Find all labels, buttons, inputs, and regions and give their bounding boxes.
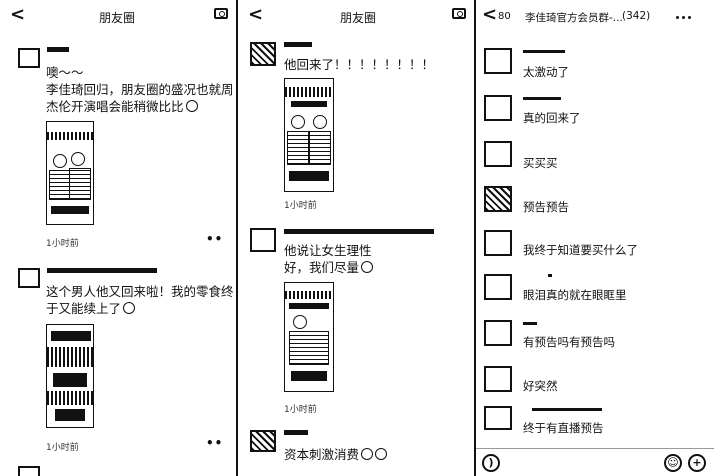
emoji-icon: [375, 448, 388, 460]
avatar[interactable]: [484, 141, 512, 167]
post-time: 1小时前: [46, 443, 79, 453]
emoji-icon: [123, 302, 136, 314]
message-text: 预告预告: [523, 200, 569, 214]
message-text: 终于有直播预告: [523, 421, 604, 435]
post-text: 于又能续上了: [46, 300, 136, 318]
post-image[interactable]: [284, 78, 334, 192]
emoji-icon: [361, 448, 374, 460]
screenshot-collage: < 朋友圈 噢～～ 李佳琦回归，朋友圈的盛况也就周 杰伦开演唱会能稍微比比 1小…: [0, 0, 714, 476]
chat-message: 有预告吗有预告吗: [476, 320, 714, 360]
message-text: 眼泪真的就在眼眶里: [523, 288, 627, 302]
post-text: 他说让女生理性: [284, 243, 372, 258]
message-text: 好突然: [523, 379, 558, 393]
moments-panel-middle: < 朋友圈 他回来了！！！！！！！！ 1小时前 他说让女生理性 好，我们尽量 1…: [238, 0, 474, 476]
avatar[interactable]: [250, 42, 276, 66]
more-icon[interactable]: ••: [206, 436, 223, 450]
post-text: 资本刺激消费: [284, 446, 388, 464]
post-text: 李佳琦回归，朋友圈的盛况也就周: [46, 82, 234, 97]
back-icon[interactable]: <: [248, 6, 263, 24]
post-time: 1小时前: [284, 405, 317, 415]
page-title: 朋友圈: [99, 11, 136, 25]
emoji-icon: [361, 261, 374, 273]
sender-name: [523, 322, 537, 325]
sender-name: [532, 408, 602, 411]
chat-message: 终于有直播预告: [476, 406, 714, 446]
chat-message: 买买买: [476, 141, 714, 181]
emoji-icon: [185, 100, 198, 112]
chat-header: < 80 李佳琦官方会员群-... (342): [476, 0, 714, 32]
message-text: 买买买: [523, 156, 558, 170]
post-image[interactable]: [46, 324, 94, 428]
user-name[interactable]: [284, 42, 312, 47]
post-text: 噢～～: [46, 65, 84, 80]
emoji-icon[interactable]: ☺: [664, 454, 682, 472]
user-name[interactable]: [284, 430, 308, 435]
more-icon[interactable]: [676, 16, 679, 19]
post-image[interactable]: [284, 282, 334, 392]
back-icon[interactable]: <: [482, 6, 497, 24]
chat-message: 真的回来了: [476, 95, 714, 135]
sender-name: [523, 50, 565, 53]
post-time: 1小时前: [284, 201, 317, 211]
avatar[interactable]: [484, 366, 512, 392]
camera-icon[interactable]: [214, 8, 228, 19]
more-icon[interactable]: ••: [206, 232, 223, 246]
sender-name: [548, 274, 552, 277]
avatar[interactable]: [484, 230, 512, 256]
post-text: 杰伦开演唱会能稍微比比: [46, 98, 198, 116]
moments-header: < 朋友圈: [238, 0, 474, 32]
post-text: 他回来了！！！！！！！！: [284, 57, 435, 72]
post-image[interactable]: [46, 121, 94, 225]
group-chat-panel: < 80 李佳琦官方会员群-... (342) 太激动了 真的回来了 买买买 预…: [476, 0, 714, 476]
message-text: 我终于知道要买什么了: [523, 243, 638, 257]
message-text: 有预告吗有预告吗: [523, 335, 615, 349]
camera-icon[interactable]: [452, 8, 466, 19]
sender-name: [523, 97, 561, 100]
avatar[interactable]: [250, 228, 276, 252]
avatar[interactable]: [484, 186, 512, 212]
back-icon[interactable]: <: [10, 6, 25, 24]
message-input[interactable]: [508, 454, 662, 472]
chat-message: 预告预告: [476, 186, 714, 226]
chat-message: 我终于知道要买什么了: [476, 230, 714, 270]
chat-message: 太激动了: [476, 48, 714, 88]
avatar[interactable]: [484, 406, 512, 430]
avatar[interactable]: [18, 48, 40, 68]
user-name[interactable]: [47, 268, 157, 273]
avatar[interactable]: [484, 320, 512, 346]
chat-message: 眼泪真的就在眼眶里: [476, 274, 714, 314]
page-title: 朋友圈: [340, 11, 377, 25]
avatar[interactable]: [484, 274, 512, 300]
chat-title: 李佳琦官方会员群-...: [525, 12, 623, 24]
post-time: 1小时前: [46, 239, 79, 249]
plus-icon[interactable]: +: [688, 454, 706, 472]
member-count: (342): [622, 10, 651, 22]
post-text: 好，我们尽量: [284, 259, 374, 277]
message-text: 真的回来了: [523, 111, 581, 125]
avatar[interactable]: [250, 430, 276, 452]
moments-header: < 朋友圈: [0, 0, 236, 32]
message-text: 太激动了: [523, 65, 569, 79]
avatar[interactable]: [18, 466, 40, 476]
avatar[interactable]: [484, 95, 512, 121]
post-text: 这个男人他又回来啦！我的零食终: [46, 284, 234, 299]
voice-icon[interactable]: ): [482, 454, 500, 472]
unread-count: 80: [498, 11, 511, 22]
avatar[interactable]: [484, 48, 512, 74]
chat-message: 好突然: [476, 366, 714, 406]
chat-input-bar: ) ☺ +: [476, 448, 714, 476]
user-name[interactable]: [47, 47, 69, 52]
moments-panel-left: < 朋友圈 噢～～ 李佳琦回归，朋友圈的盛况也就周 杰伦开演唱会能稍微比比 1小…: [0, 0, 236, 476]
avatar[interactable]: [18, 268, 40, 288]
user-name[interactable]: [284, 229, 434, 234]
